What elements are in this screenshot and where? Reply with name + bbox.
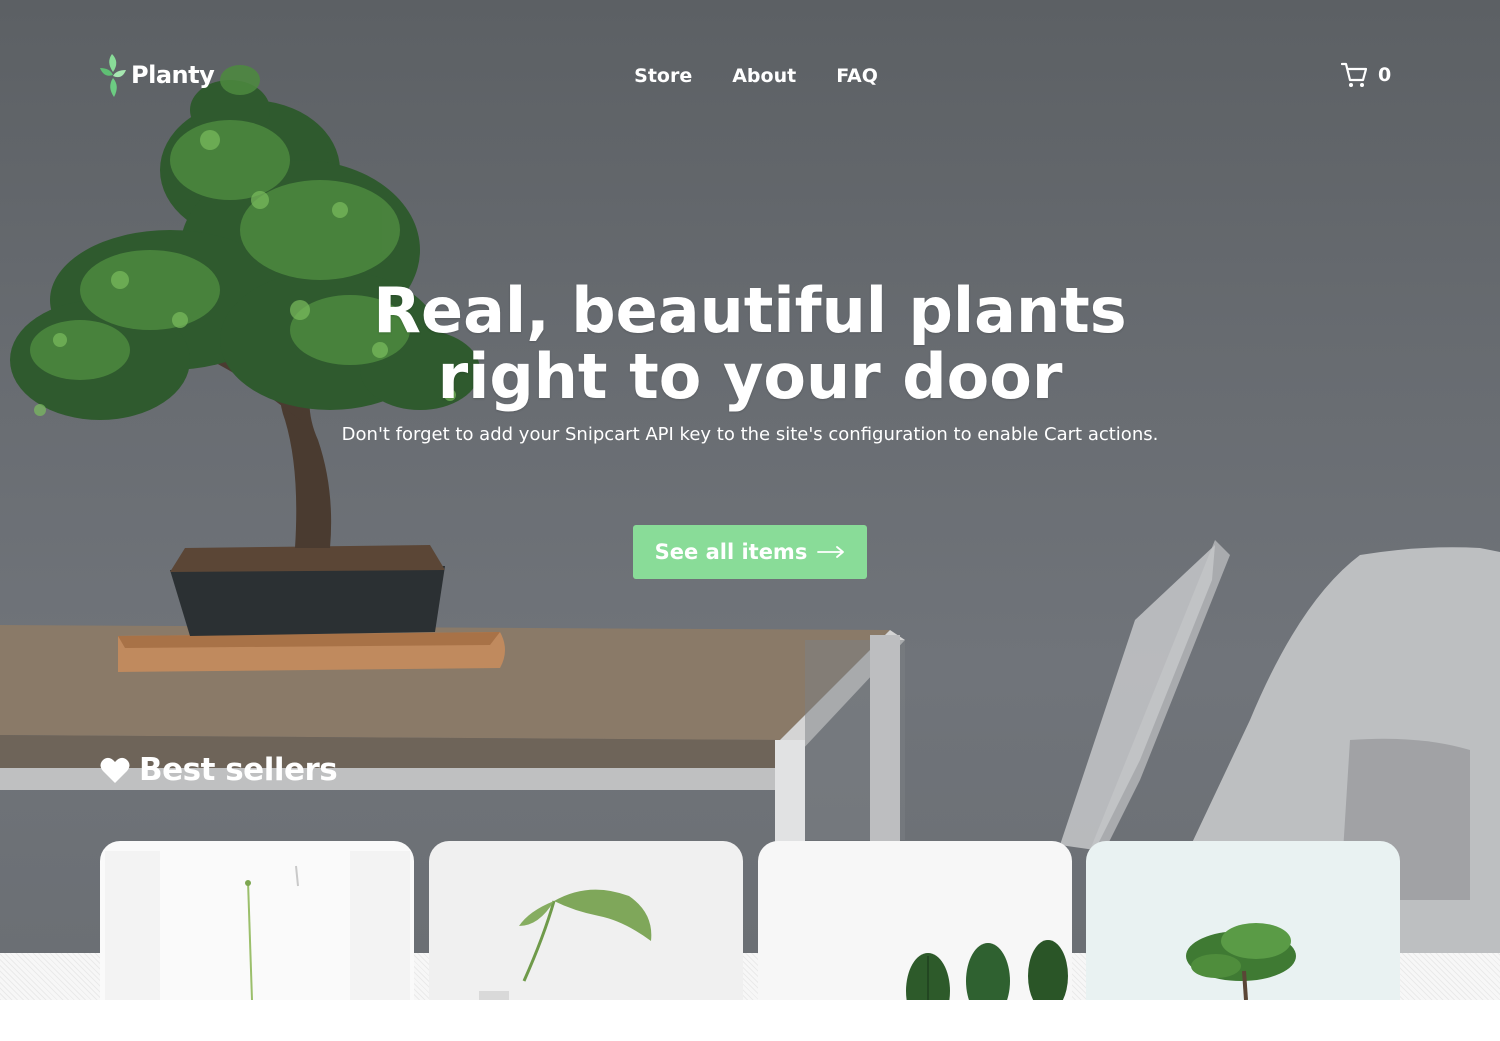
product-grid	[100, 841, 1400, 1000]
cart-count: 0	[1378, 64, 1392, 86]
grass-plant-image	[100, 841, 414, 1000]
monstera-leaf-image	[429, 841, 743, 1000]
hero-headline-line-2: right to your door	[437, 340, 1063, 413]
product-card-2[interactable]	[429, 841, 743, 1041]
hero-headline-line-1: Real, beautiful plants	[373, 274, 1127, 347]
heart-icon	[100, 757, 130, 783]
bonsai-plant-image	[1086, 841, 1400, 1000]
see-all-items-label: See all items	[654, 540, 808, 564]
cart-icon	[1341, 62, 1367, 87]
product-card-1[interactable]	[100, 841, 414, 1041]
hero-banner: Planty Store About FAQ 0 Real, beautiful…	[0, 0, 1500, 953]
zz-plant-image	[758, 841, 1072, 1000]
see-all-items-button[interactable]: See all items	[633, 525, 867, 579]
top-navigation: Planty Store About FAQ 0	[0, 0, 1500, 150]
hero-headline: Real, beautiful plants right to your doo…	[0, 278, 1500, 410]
nav-link-about[interactable]: About	[732, 62, 796, 90]
best-sellers-heading: Best sellers	[100, 750, 338, 790]
hero-subtitle: Don't forget to add your Snipcart API ke…	[341, 424, 1159, 445]
nav-link-store[interactable]: Store	[634, 62, 692, 90]
best-sellers-title: Best sellers	[139, 752, 338, 788]
main-nav: Store About FAQ	[0, 62, 1500, 90]
cart-button[interactable]: 0	[1341, 60, 1391, 90]
nav-link-faq[interactable]: FAQ	[836, 62, 878, 90]
product-card-4[interactable]	[1086, 841, 1400, 1041]
product-card-3[interactable]	[758, 841, 1072, 1041]
arrow-right-icon	[817, 546, 845, 558]
